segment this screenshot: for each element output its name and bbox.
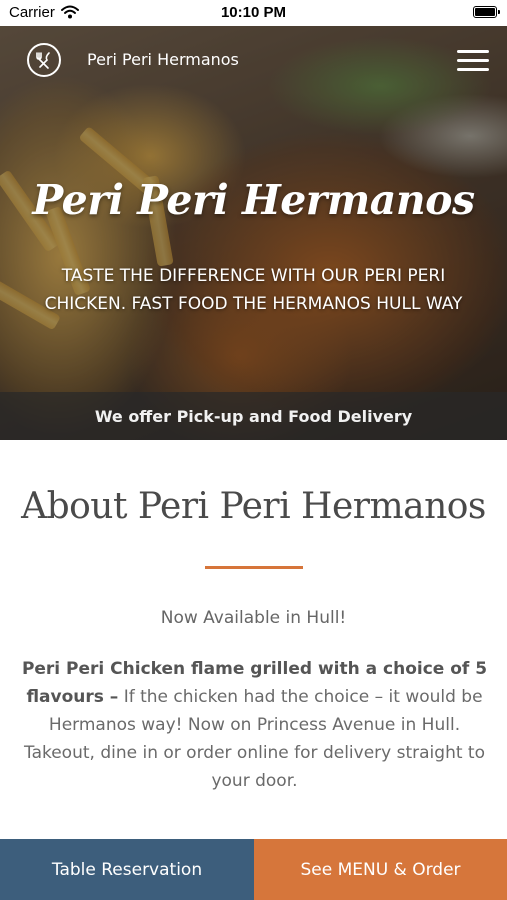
delivery-banner: We offer Pick-up and Food Delivery	[0, 392, 507, 440]
see-menu-order-button[interactable]: See MENU & Order	[254, 839, 507, 900]
hero-tagline: TASTE THE DIFFERENCE WITH OUR PERI PERI …	[44, 266, 463, 314]
hamburger-menu-icon[interactable]	[457, 50, 489, 72]
about-title: About Peri Peri Hermanos	[21, 486, 486, 527]
about-description: Peri Peri Chicken flame grilled with a c…	[16, 655, 493, 795]
hero-overlay	[0, 26, 507, 440]
status-bar: Carrier 10:10 PM	[0, 0, 507, 26]
hero-section: Peri Peri Hermanos Peri Peri Hermanos TA…	[0, 26, 507, 440]
about-subtitle: Now Available in Hull!	[160, 608, 347, 628]
table-reservation-button[interactable]: Table Reservation	[0, 839, 254, 900]
logo-icon[interactable]	[27, 43, 61, 77]
status-time: 10:10 PM	[220, 4, 287, 21]
nav-brand-title[interactable]: Peri Peri Hermanos	[87, 50, 239, 69]
about-divider	[205, 566, 303, 569]
battery-icon	[473, 6, 500, 18]
hero-title: Peri Peri Hermanos	[32, 176, 475, 224]
